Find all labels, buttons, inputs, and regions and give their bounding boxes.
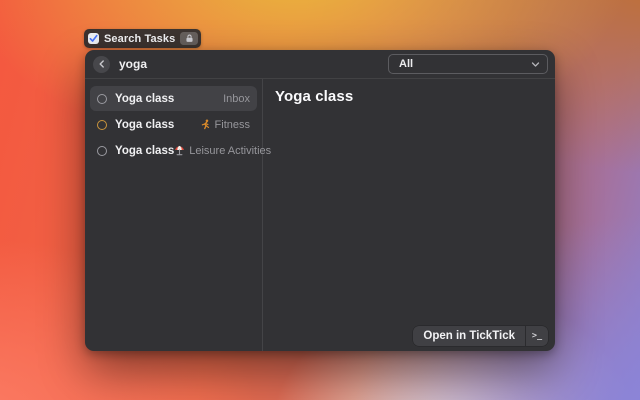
task-list-badge: Leisure Activities bbox=[174, 145, 271, 157]
chevron-down-icon bbox=[531, 60, 540, 69]
task-row-fitness[interactable]: Yoga class Fitness bbox=[90, 112, 257, 137]
task-status-circle-icon[interactable] bbox=[97, 120, 107, 130]
runner-emoji-icon bbox=[200, 119, 211, 130]
window-body: Yoga class Inbox Yoga class Fitness bbox=[85, 79, 555, 351]
detail-pane: Yoga class bbox=[263, 79, 555, 351]
task-status-circle-icon[interactable] bbox=[97, 146, 107, 156]
badge-title: Search Tasks bbox=[104, 33, 175, 45]
chevron-left-icon bbox=[98, 60, 106, 68]
task-row-leisure[interactable]: Yoga class Leisure Activities bbox=[90, 138, 257, 163]
task-list-name: Leisure Activities bbox=[189, 145, 271, 157]
results-list: Yoga class Inbox Yoga class Fitness bbox=[85, 79, 263, 351]
task-status-circle-icon[interactable] bbox=[97, 94, 107, 104]
search-tasks-window: yoga All Yoga class Inbox Yoga class bbox=[85, 50, 555, 351]
ticktick-app-icon bbox=[88, 33, 99, 44]
task-list-name: Inbox bbox=[223, 93, 250, 105]
window-title-badge: Search Tasks bbox=[84, 29, 201, 48]
search-bar: yoga All bbox=[85, 50, 555, 79]
task-title: Yoga class bbox=[115, 145, 174, 157]
back-button[interactable] bbox=[93, 56, 110, 73]
terminal-prompt-icon[interactable]: >_ bbox=[526, 326, 548, 346]
task-row-inbox[interactable]: Yoga class Inbox bbox=[90, 86, 257, 111]
task-title: Yoga class bbox=[115, 119, 200, 131]
search-input[interactable]: yoga bbox=[119, 57, 388, 71]
task-list-badge: Inbox bbox=[223, 93, 250, 105]
primary-action-label: Open in TickTick bbox=[413, 326, 525, 346]
task-list-badge: Fitness bbox=[200, 119, 250, 131]
lock-icon bbox=[180, 32, 198, 45]
parasol-emoji-icon bbox=[174, 145, 185, 156]
task-title: Yoga class bbox=[115, 93, 223, 105]
task-list-name: Fitness bbox=[215, 119, 250, 131]
filter-dropdown[interactable]: All bbox=[388, 54, 548, 74]
detail-title: Yoga class bbox=[275, 88, 543, 105]
open-in-ticktick-button[interactable]: Open in TickTick >_ bbox=[413, 326, 548, 346]
filter-selected-value: All bbox=[399, 58, 531, 70]
